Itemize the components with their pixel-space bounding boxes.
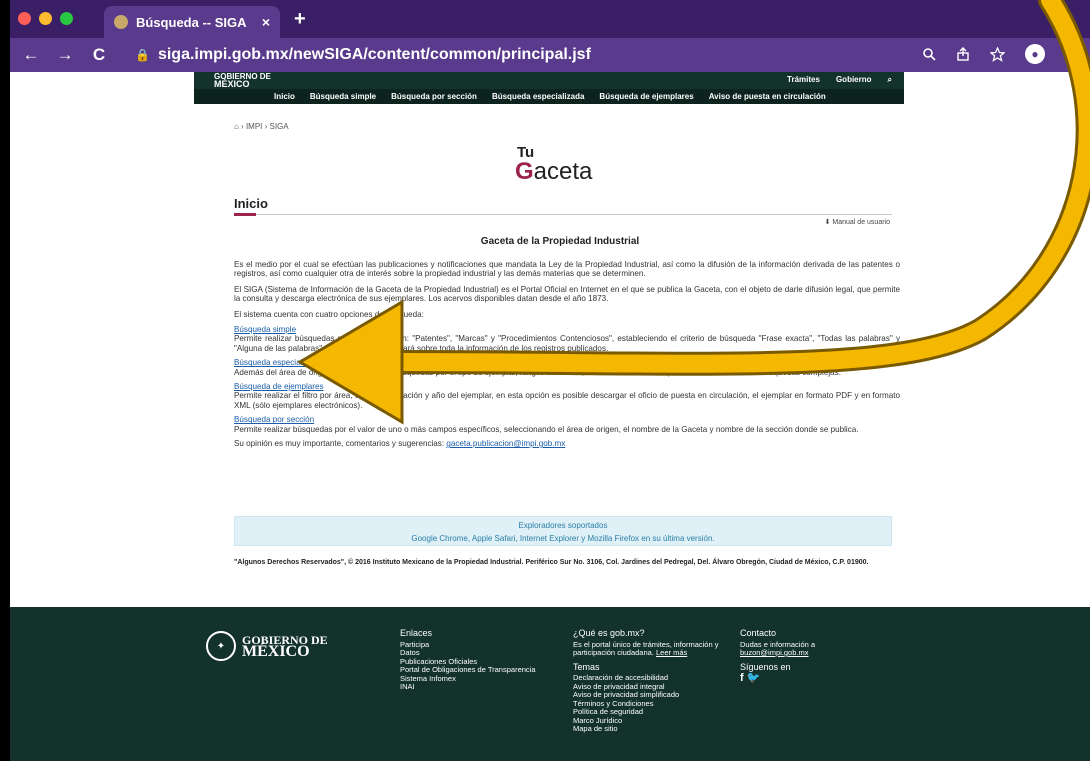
address-bar[interactable]: 🔒 siga.impi.gob.mx/newSIGA/content/commo…	[135, 42, 915, 68]
opinion-line: Su opinión es muy importante, comentario…	[234, 439, 900, 448]
tramites-link[interactable]: Trámites	[787, 75, 820, 85]
gaceta-logo: Tu Gaceta	[510, 144, 620, 188]
social-icons[interactable]: f 🐦	[740, 673, 880, 683]
reload-button[interactable]: C	[86, 45, 112, 65]
web-page: GOBIERNO DE MÉXICO Trámites Gobierno ⌕ I…	[10, 72, 1090, 761]
footer-logo[interactable]: ✦ GOBIERNO DE MÉXICO	[206, 631, 328, 661]
option-seccion: Búsqueda por sección Permite realizar bú…	[234, 415, 900, 434]
nav-aviso-circulacion[interactable]: Aviso de puesta en circulación	[709, 92, 826, 101]
footer: ✦ GOBIERNO DE MÉXICO Enlaces Participa D…	[10, 607, 1090, 761]
footer-contacto: Contacto Dudas e información a buzon@imp…	[740, 629, 880, 683]
nav-busqueda-seccion[interactable]: Búsqueda por sección	[391, 92, 477, 101]
nav-busqueda-ejemplares[interactable]: Búsqueda de ejemplares	[599, 92, 693, 101]
menu-icon[interactable]: ⋮	[1065, 45, 1080, 63]
busqueda-especializada-link[interactable]: Búsqueda especializada	[234, 358, 900, 367]
seal-icon: ✦	[206, 631, 236, 661]
footer-logo-line2: MÉXICO	[242, 643, 310, 660]
option-desc: Permite realizar el filtro por área, tip…	[234, 391, 900, 410]
favicon-icon	[114, 15, 128, 29]
section-heading: Gaceta de la Propiedad Industrial	[480, 236, 640, 247]
search-icon[interactable]: ⌕	[888, 75, 892, 85]
option-desc: Permite realizar búsquedas por el valor …	[234, 424, 859, 434]
gov-logo[interactable]: GOBIERNO DE MÉXICO	[214, 73, 271, 89]
toolbar-actions: ● ⋮	[922, 44, 1080, 64]
logo-rest: aceta	[533, 158, 593, 185]
logo-g: G	[515, 158, 534, 185]
gov-header: GOBIERNO DE MÉXICO Trámites Gobierno ⌕	[194, 72, 904, 89]
footer-que-es: ¿Qué es gob.mx? Es el portal único de tr…	[573, 629, 723, 734]
temas-title: Temas	[573, 661, 600, 672]
opinion-email-link[interactable]: gaceta.publicacion@impi.gob.mx	[446, 439, 565, 448]
leer-mas-link[interactable]: Leer más	[656, 648, 687, 657]
paragraph-2: El SIGA (Sistema de Información de la Ga…	[234, 284, 900, 304]
back-button[interactable]: ←	[18, 45, 44, 65]
paragraph-1: Es el medio por el cual se efectúan las …	[234, 260, 900, 279]
option-desc: Además del área de origen, permite reali…	[234, 367, 841, 377]
traffic-lights	[18, 12, 73, 25]
gov-logo-big: MÉXICO	[214, 79, 250, 89]
main-nav: Inicio Búsqueda simple Búsqueda por secc…	[194, 89, 904, 104]
browser-toolbar: ← → C 🔒 siga.impi.gob.mx/newSIGA/content…	[10, 38, 1090, 72]
option-ejemplares: Búsqueda de ejemplares Permite realizar …	[234, 382, 900, 410]
new-tab-button[interactable]: +	[294, 8, 306, 31]
zoom-icon[interactable]	[922, 47, 936, 61]
supported-browsers-box: Exploradores soportados Google Chrome, A…	[234, 516, 892, 546]
profile-icon[interactable]: ●	[1025, 44, 1045, 64]
close-tab-icon[interactable]: ×	[262, 14, 270, 30]
footer-link[interactable]: Mapa de sitio	[573, 724, 723, 734]
share-icon[interactable]	[956, 47, 970, 61]
nav-busqueda-especializada[interactable]: Búsqueda especializada	[492, 92, 584, 101]
gobierno-link[interactable]: Gobierno	[836, 75, 872, 85]
minimize-window-button[interactable]	[39, 12, 52, 25]
option-simple: Búsqueda simple Permite realizar búsqued…	[234, 325, 900, 353]
busqueda-simple-link[interactable]: Búsqueda simple	[234, 325, 900, 334]
footer-enlaces: Enlaces Participa Datos Publicaciones Of…	[400, 629, 540, 692]
forward-button[interactable]: →	[52, 45, 78, 65]
page-title: Inicio	[234, 196, 268, 211]
title-divider	[234, 214, 892, 215]
maximize-window-button[interactable]	[60, 12, 73, 25]
manual-link[interactable]: ⬇ Manual de usuario	[825, 218, 890, 226]
nav-inicio[interactable]: Inicio	[274, 92, 295, 101]
footer-link[interactable]: Participa	[400, 640, 540, 650]
que-es-paragraph: Es el portal único de trámites, informac…	[573, 639, 723, 658]
option-especializada: Búsqueda especializada Además del área d…	[234, 358, 900, 377]
option-desc: Permite realizar búsquedas por área de o…	[234, 334, 900, 353]
enlaces-title: Enlaces	[400, 628, 433, 638]
que-es-text: Es el portal único de trámites, informac…	[573, 639, 719, 657]
tab-title: Búsqueda -- SIGA	[136, 14, 247, 30]
busqueda-seccion-link[interactable]: Búsqueda por sección	[234, 415, 900, 424]
close-window-button[interactable]	[18, 12, 31, 25]
tab-bar: Búsqueda -- SIGA × +	[10, 0, 1090, 38]
footer-link[interactable]: Sistema Infomex	[400, 674, 540, 684]
browser-tab[interactable]: Búsqueda -- SIGA ×	[104, 6, 280, 38]
lock-icon: 🔒	[135, 48, 150, 62]
copyright: "Algunos Derechos Reservados", © 2016 In…	[234, 559, 869, 566]
breadcrumb[interactable]: ⌂ › IMPI › SIGA	[234, 122, 289, 131]
que-es-title: ¿Qué es gob.mx?	[573, 628, 645, 638]
url-text: siga.impi.gob.mx/newSIGA/content/common/…	[157, 46, 591, 63]
contacto-title: Contacto	[740, 628, 777, 638]
footer-link[interactable]: INAI	[400, 682, 540, 692]
contacto-email-link[interactable]: buzon@impi.gob.mx	[740, 648, 808, 657]
browser-window: Búsqueda -- SIGA × + ← → C 🔒 siga.impi.g…	[10, 0, 1090, 761]
supported-list: Google Chrome, Apple Safari, Internet Ex…	[411, 534, 715, 543]
gov-top-links: Trámites Gobierno ⌕	[787, 75, 892, 85]
nav-busqueda-simple[interactable]: Búsqueda simple	[310, 92, 376, 101]
logo-word: Gaceta	[515, 158, 592, 186]
opinion-text: Su opinión es muy importante, comentario…	[234, 439, 445, 449]
busqueda-ejemplares-link[interactable]: Búsqueda de ejemplares	[234, 382, 900, 391]
siguenos-label: Síguenos en	[740, 661, 791, 672]
footer-logo-text: GOBIERNO DE MÉXICO	[242, 634, 328, 660]
supported-title: Exploradores soportados	[518, 521, 608, 530]
star-icon[interactable]	[990, 46, 1005, 62]
body-text: Es el medio por el cual se efectúan las …	[234, 260, 900, 455]
paragraph-3: El sistema cuenta con cuatro opciones de…	[234, 309, 424, 319]
title-accent	[234, 213, 256, 216]
